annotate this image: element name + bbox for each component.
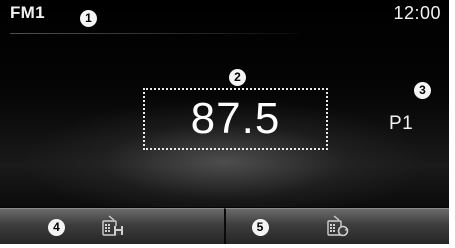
callout-marker-3: 3 [414, 82, 431, 99]
softkey-save-preset[interactable]: 4 [0, 208, 224, 244]
radio-screen: FM1 1 12:00 2 87.5 3 P1 4 5 [0, 0, 449, 244]
callout-marker-5: 5 [251, 219, 269, 236]
softkey-scan[interactable]: 5 [223, 208, 449, 244]
callout-marker-1: 1 [80, 10, 97, 27]
band-label: FM1 [10, 3, 45, 22]
clock-display: 12:00 [393, 3, 441, 23]
radio-display: FM1 1 12:00 2 87.5 3 P1 [0, 0, 449, 207]
frequency-display: 87.5 [190, 94, 281, 143]
radio-save-icon [102, 215, 123, 236]
radio-scan-icon [327, 215, 349, 237]
callout-marker-4: 4 [48, 219, 65, 236]
preset-label: P1 [389, 113, 414, 134]
softkey-bar: 4 5 [0, 208, 449, 244]
callout-marker-2: 2 [229, 69, 246, 86]
header-divider [10, 33, 299, 34]
frequency-box[interactable]: 87.5 [143, 88, 328, 150]
